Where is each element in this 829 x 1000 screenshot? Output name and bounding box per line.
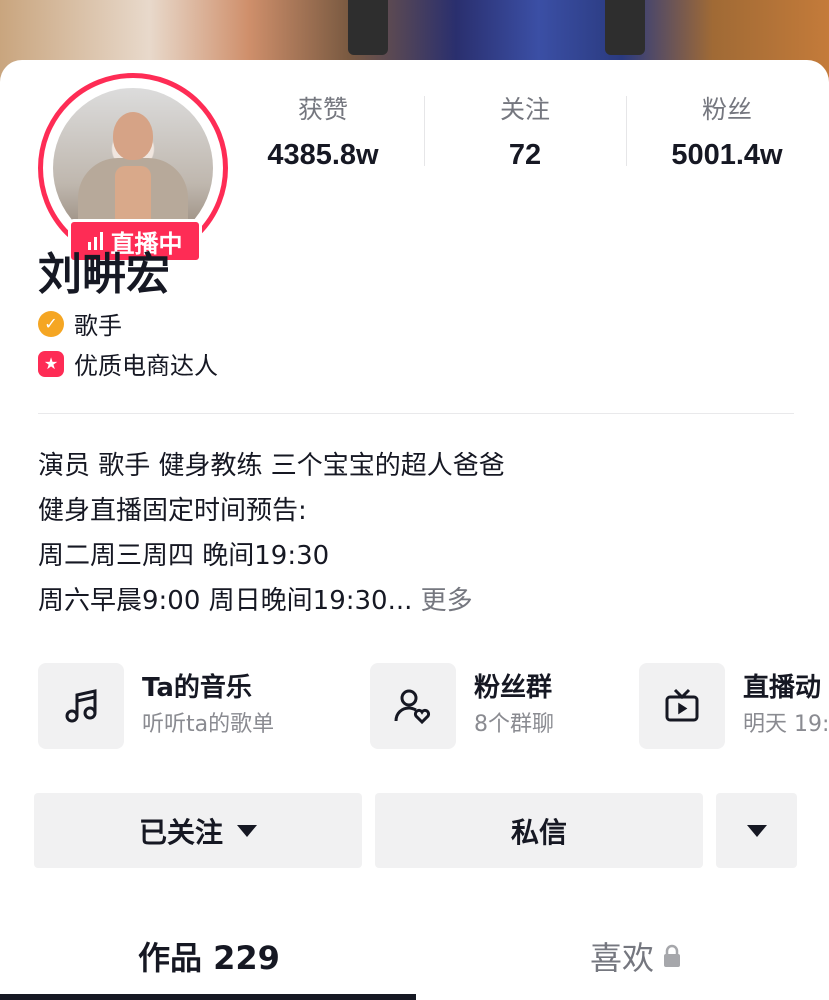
more-options-button[interactable] [716,793,797,868]
bio-more-link[interactable]: 更多 [421,586,473,616]
message-button[interactable]: 私信 [375,793,703,868]
follow-button-label: 已关注 [138,815,223,849]
bio-line: 演员 歌手 健身教练 三个宝宝的超人爸爸 [38,451,505,481]
feature-subtitle: 明天 19: [743,712,829,737]
feature-music[interactable]: Ta的音乐 听听ta的歌单 [38,663,274,749]
follow-button[interactable]: 已关注 [34,793,362,868]
music-note-icon [38,663,124,749]
tab-label: 喜欢 [590,939,655,977]
stat-followers[interactable]: 粉丝 5001.4w [626,90,828,190]
feature-live-schedule[interactable]: 直播动 明天 19: [639,663,829,749]
lock-icon [664,944,681,967]
tag-label: 歌手 [74,312,122,340]
stat-following[interactable]: 关注 72 [424,90,626,190]
stat-value: 72 [508,139,542,171]
tv-icon [639,663,725,749]
cover-detail [605,0,645,55]
stat-value: 4385.8w [267,139,379,171]
stat-label: 获赞 [297,95,348,124]
cover-detail [348,0,388,55]
feature-title: 直播动 [743,673,822,703]
stats-row: 获赞 4385.8w 关注 72 粉丝 5001.4w [222,90,829,190]
stat-value: 5001.4w [671,139,783,171]
profile-card: 直播中 获赞 4385.8w 关注 72 粉丝 5001.4w 刘畊宏 ✓ 歌手… [0,60,829,1000]
tab-works[interactable]: 作品 229 [138,933,280,979]
tab-likes[interactable]: 喜欢 [590,933,682,979]
star-badge-icon: ★ [38,350,64,377]
verified-check-icon: ✓ [38,310,64,337]
feature-title: 粉丝群 [474,673,553,703]
bio-line: 健身直播固定时间预告: [38,496,307,526]
bio-last-line: 周六早晨9:00 周日晚间19:30... 更多 [38,580,473,617]
feature-subtitle: 8个群聊 [474,712,554,737]
fan-group-icon [370,663,456,749]
feature-subtitle: 听听ta的歌单 [142,712,275,737]
tab-label: 作品 229 [138,939,280,977]
tag-singer: ✓ 歌手 [38,306,122,341]
stat-likes[interactable]: 获赞 4385.8w [222,90,424,190]
message-button-label: 私信 [510,815,567,849]
feature-title: Ta的音乐 [142,673,252,703]
bio-line: 周二周三周四 晚间19:30 [38,541,330,571]
tag-ecommerce[interactable]: ★ 优质电商达人 [38,346,218,381]
tag-label: 优质电商达人 [74,352,218,380]
stat-label: 粉丝 [701,95,752,124]
divider [38,413,794,414]
feature-fan-group[interactable]: 粉丝群 8个群聊 [370,663,554,749]
bio-line: 周六早晨9:00 周日晚间19:30... [38,586,413,616]
stat-label: 关注 [499,95,550,124]
tab-active-indicator [0,994,416,1000]
caret-down-icon [746,824,767,837]
profile-name: 刘畊宏 [38,249,170,300]
caret-down-icon [237,824,257,837]
